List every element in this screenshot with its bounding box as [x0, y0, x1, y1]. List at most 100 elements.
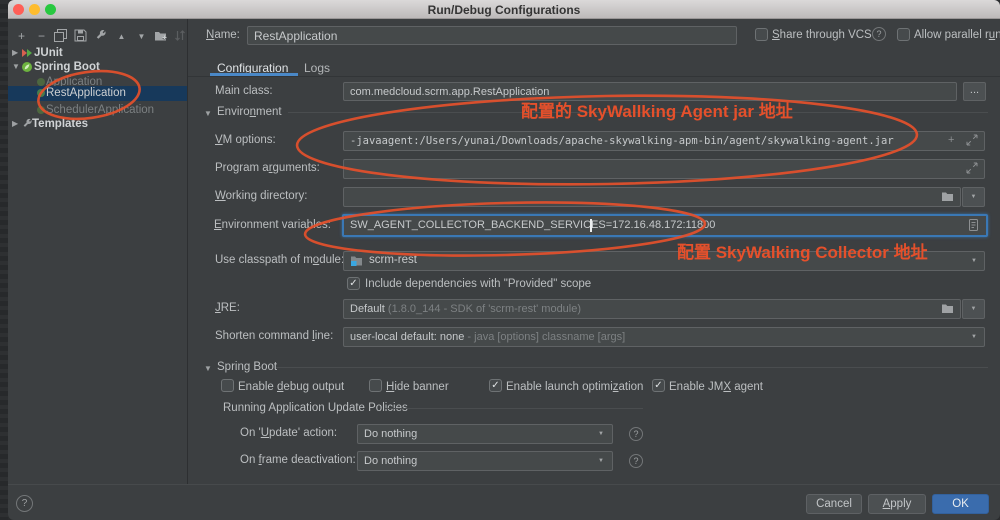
expand-right-icon[interactable]: ▶: [12, 119, 18, 128]
section-rule: [385, 408, 643, 409]
module-combobox-value: scrm-rest: [369, 254, 417, 266]
expand-field-icon[interactable]: [966, 134, 978, 146]
allow-parallel-run-label: Allow parallel run: [914, 29, 1000, 41]
cancel-button[interactable]: Cancel: [806, 494, 862, 514]
shorten-hint: - java [options] classname [args]: [467, 331, 625, 343]
expand-field-icon[interactable]: [966, 162, 978, 174]
chevron-down-icon[interactable]: ▼: [971, 334, 977, 340]
enable-debug-output-checkbox[interactable]: [221, 379, 234, 392]
run-debug-configurations-window: Run/Debug Configurations + − ▲ ▼ ▶ JUnit: [0, 0, 1000, 520]
sidebar-item-scheduler-application[interactable]: SchedulerApplication: [8, 103, 187, 118]
on-update-action-dropdown[interactable]: Do nothing: [357, 424, 613, 444]
sidebar-item-label: RestApplication: [46, 87, 126, 99]
footer-divider: [8, 484, 1000, 485]
share-through-vcs-label: Share through VCS: [772, 29, 872, 41]
chevron-down-icon[interactable]: ▼: [598, 431, 604, 437]
shorten-command-line-combobox[interactable]: user-local default: none - java [options…: [343, 327, 985, 347]
enable-debug-output-label: Enable debug output: [238, 381, 344, 393]
vcs-help-icon[interactable]: ?: [872, 27, 886, 41]
environment-section-label[interactable]: Environment: [217, 106, 282, 118]
hide-banner-checkbox[interactable]: [369, 379, 382, 392]
apply-button[interactable]: Apply: [868, 494, 926, 514]
jre-dropdown-button[interactable]: ▼: [962, 299, 985, 319]
enable-launch-optimization-label: Enable launch optimization: [506, 381, 643, 393]
jre-combobox[interactable]: Default (1.8.0_144 - SDK of 'scrm-rest' …: [343, 299, 961, 319]
module-icon: [350, 254, 363, 267]
environment-variables-label: Environment variables:: [214, 219, 331, 231]
configurations-toolbar: + − ▲ ▼: [14, 29, 189, 44]
working-directory-dropdown-button[interactable]: ▼: [962, 187, 985, 207]
move-down-icon[interactable]: ▼: [134, 29, 149, 44]
spring-boot-icon: [21, 61, 33, 73]
spring-app-icon: [36, 105, 46, 115]
sidebar-item-label: SchedulerApplication: [46, 104, 154, 116]
update-action-help-icon[interactable]: ?: [629, 427, 643, 441]
provided-scope-label: Include dependencies with "Provided" sco…: [365, 278, 591, 290]
sidebar-item-label: Spring Boot: [34, 61, 100, 73]
enable-jmx-agent-label: Enable JMX agent: [669, 381, 763, 393]
window-titlebar: Run/Debug Configurations: [8, 0, 1000, 19]
folder-icon[interactable]: [941, 302, 954, 314]
background-ide-strip: [0, 0, 8, 520]
save-configuration-icon[interactable]: [74, 29, 89, 44]
new-folder-icon[interactable]: [154, 29, 169, 44]
on-frame-deactivation-label: On frame deactivation:: [240, 454, 356, 466]
sidebar-item-templates[interactable]: ▶ Templates: [8, 117, 187, 132]
allow-parallel-run-checkbox[interactable]: [897, 28, 910, 41]
vm-options-label: VM options:: [215, 134, 276, 146]
remove-configuration-icon[interactable]: −: [34, 29, 49, 44]
shorten-command-line-label: Shorten command line:: [215, 330, 333, 342]
dialog-help-icon[interactable]: ?: [16, 495, 33, 512]
sort-configurations-icon[interactable]: [174, 29, 189, 44]
jre-label: JRE:: [215, 302, 240, 314]
annotation-collector-note: 配置 SkyWalking Collector 地址: [677, 238, 928, 263]
move-up-icon[interactable]: ▲: [114, 29, 129, 44]
jre-hint: (1.8.0_144 - SDK of 'scrm-rest' module): [388, 303, 581, 315]
shorten-value: user-local default: none: [350, 331, 464, 343]
ok-button[interactable]: OK: [932, 494, 989, 514]
browse-main-class-button[interactable]: ...: [963, 82, 986, 101]
collapse-icon[interactable]: ▼: [204, 364, 212, 373]
sidebar-item-spring-boot[interactable]: ▼ Spring Boot: [8, 60, 187, 75]
edit-templates-icon[interactable]: [94, 29, 109, 44]
frame-deactivation-help-icon[interactable]: ?: [629, 454, 643, 468]
browse-variables-icon[interactable]: [968, 218, 979, 232]
working-directory-label: Working directory:: [215, 190, 307, 202]
add-configuration-icon[interactable]: +: [14, 29, 29, 44]
folder-icon[interactable]: [941, 190, 954, 202]
collapse-icon[interactable]: ▼: [204, 109, 212, 118]
collapse-icon[interactable]: ▼: [12, 62, 20, 71]
add-macro-icon[interactable]: +: [948, 134, 954, 146]
chevron-down-icon: ▼: [971, 306, 977, 312]
program-arguments-label: Program arguments:: [215, 162, 320, 174]
provided-scope-checkbox[interactable]: ✓: [347, 277, 360, 290]
enable-jmx-agent-checkbox[interactable]: ✓: [652, 379, 665, 392]
tab-logs[interactable]: Logs: [304, 61, 330, 75]
sidebar-divider: [187, 19, 188, 484]
name-label: Name:: [206, 29, 240, 41]
chevron-down-icon: ▼: [971, 194, 977, 200]
program-arguments-input[interactable]: [343, 159, 985, 179]
on-frame-deactivation-dropdown[interactable]: Do nothing: [357, 451, 613, 471]
share-through-vcs-checkbox[interactable]: [755, 28, 768, 41]
chevron-down-icon[interactable]: ▼: [971, 258, 977, 264]
sidebar-item-junit[interactable]: ▶ JUnit: [8, 46, 187, 61]
window-title: Run/Debug Configurations: [8, 3, 1000, 17]
vm-options-input[interactable]: -javaagent:/Users/yunai/Downloads/apache…: [343, 131, 985, 151]
copy-configuration-icon[interactable]: [54, 29, 69, 44]
sidebar-item-rest-application-selected[interactable]: RestApplication: [8, 86, 187, 101]
main-class-label: Main class:: [215, 85, 273, 97]
jre-value: Default: [350, 303, 385, 315]
enable-launch-optimization-checkbox[interactable]: ✓: [489, 379, 502, 392]
environment-variables-input[interactable]: SW_AGENT_COLLECTOR_BACKEND_SERVICES=172.…: [342, 214, 988, 237]
spring-boot-section-label[interactable]: Spring Boot: [217, 361, 277, 373]
chevron-down-icon[interactable]: ▼: [598, 458, 604, 464]
spring-app-icon: [36, 88, 46, 98]
sidebar-item-label: JUnit: [34, 47, 63, 59]
update-policies-label: Running Application Update Policies: [223, 402, 408, 414]
annotation-agent-note: 配置的 SkyWallking Agent jar 地址: [521, 97, 793, 122]
expand-right-icon[interactable]: ▶: [12, 48, 18, 57]
name-input[interactable]: RestApplication: [247, 26, 737, 45]
working-directory-input[interactable]: [343, 187, 961, 207]
section-rule: [276, 367, 988, 368]
